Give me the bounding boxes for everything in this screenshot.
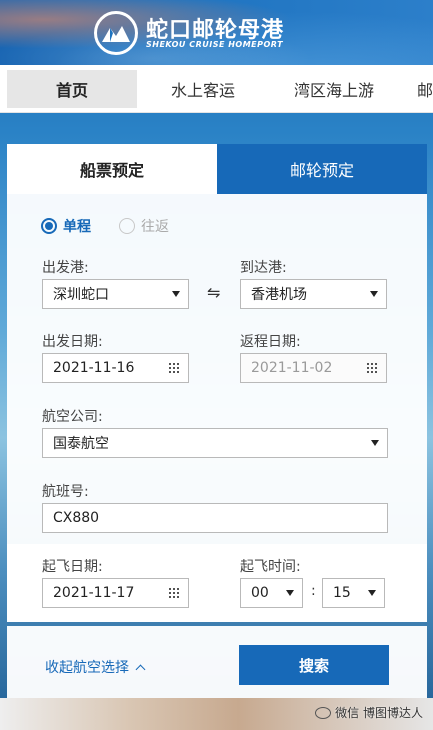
chevron-down-icon xyxy=(368,590,376,596)
round-trip-radio[interactable] xyxy=(119,218,135,234)
departure-date-input[interactable]: 2021-11-16 xyxy=(42,353,189,383)
flight-number-value: CX880 xyxy=(53,510,100,526)
takeoff-hour-value: 00 xyxy=(251,585,269,601)
nav-item-bay-cruise[interactable]: 湾区海上游 xyxy=(270,70,398,108)
app-header: 蛇口邮轮母港 SHEKOU CRUISE HOMEPORT xyxy=(0,0,433,65)
time-separator: : xyxy=(311,583,316,599)
collapse-airline-link[interactable]: 收起航空选择 xyxy=(45,657,146,677)
arrival-port-select[interactable]: 香港机场 xyxy=(240,279,387,309)
departure-port-label: 出发港: xyxy=(42,260,89,276)
tab-cruise-booking[interactable]: 邮轮预定 xyxy=(217,144,427,194)
airline-select[interactable]: 国泰航空 xyxy=(42,428,388,458)
takeoff-date-label: 起飞日期: xyxy=(42,559,103,575)
chevron-down-icon xyxy=(172,291,180,297)
airline-label: 航空公司: xyxy=(42,409,103,425)
departure-port-value: 深圳蛇口 xyxy=(53,287,109,303)
return-date-label: 返程日期: xyxy=(240,334,301,350)
nav-item-water-transport[interactable]: 水上客运 xyxy=(142,70,264,108)
takeoff-date-input[interactable]: 2021-11-17 xyxy=(42,578,189,608)
search-button[interactable]: 搜索 xyxy=(239,645,389,685)
takeoff-time-label: 起飞时间: xyxy=(240,559,301,575)
return-date-input[interactable]: 2021-11-02 xyxy=(240,353,387,383)
arrival-port-label: 到达港: xyxy=(240,260,287,276)
chevron-up-icon xyxy=(135,664,146,674)
mountain-logo-icon[interactable] xyxy=(94,11,138,55)
arrival-port-value: 香港机场 xyxy=(251,287,307,303)
nav-item-cruise[interactable]: 邮 xyxy=(405,70,433,108)
one-way-label[interactable]: 单程 xyxy=(63,216,91,236)
swap-ports-icon[interactable]: ⇋ xyxy=(207,283,220,302)
collapse-airline-label: 收起航空选择 xyxy=(45,660,129,676)
round-trip-label[interactable]: 往返 xyxy=(141,216,169,236)
brand-subtitle: SHEKOU CRUISE HOMEPORT xyxy=(146,40,284,49)
wechat-icon xyxy=(315,706,332,719)
takeoff-minute-select[interactable]: 15 xyxy=(322,578,385,608)
calendar-icon xyxy=(366,362,378,374)
watermark-text: 微信 博图博达人 xyxy=(335,706,423,720)
departure-date-label: 出发日期: xyxy=(42,334,103,350)
flight-number-label: 航班号: xyxy=(42,484,89,500)
calendar-icon xyxy=(168,362,180,374)
calendar-icon xyxy=(168,587,180,599)
tab-ferry-booking[interactable]: 船票预定 xyxy=(7,144,217,194)
takeoff-minute-value: 15 xyxy=(333,585,351,601)
takeoff-hour-select[interactable]: 00 xyxy=(240,578,303,608)
return-date-value: 2021-11-02 xyxy=(251,360,333,376)
chevron-down-icon xyxy=(370,291,378,297)
flight-number-input[interactable]: CX880 xyxy=(42,503,388,533)
one-way-radio[interactable] xyxy=(41,218,57,234)
chevron-down-icon xyxy=(286,590,294,596)
watermark: 微信 博图博达人 xyxy=(315,704,423,721)
nav-item-home[interactable]: 首页 xyxy=(7,70,137,108)
trip-type-group: 单程 往返 xyxy=(41,216,169,236)
main-nav: 首页 水上客运 湾区海上游 邮 xyxy=(0,65,433,113)
takeoff-date-value: 2021-11-17 xyxy=(53,585,135,601)
airline-value: 国泰航空 xyxy=(53,436,109,452)
departure-date-value: 2021-11-16 xyxy=(53,360,135,376)
chevron-down-icon xyxy=(371,440,379,446)
departure-port-select[interactable]: 深圳蛇口 xyxy=(42,279,189,309)
